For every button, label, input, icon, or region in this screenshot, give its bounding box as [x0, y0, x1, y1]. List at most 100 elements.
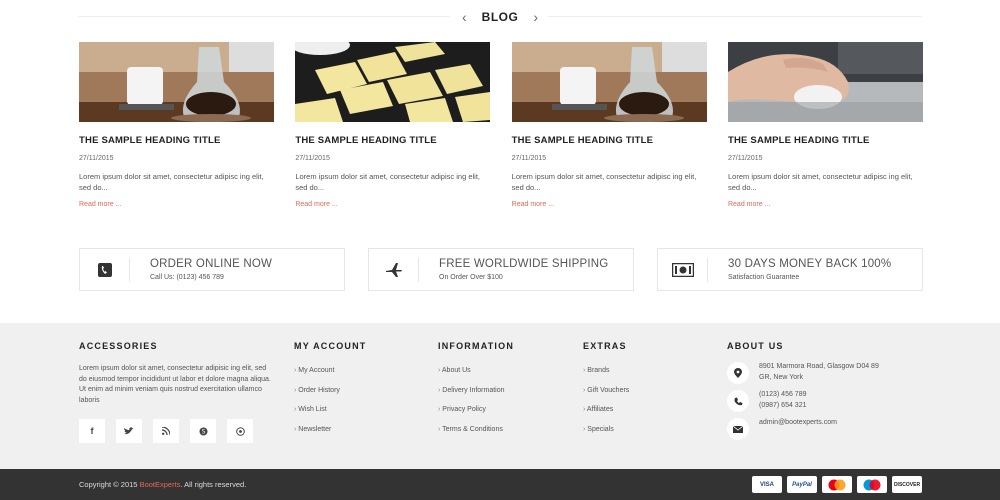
blog-title: BLOG [481, 10, 519, 24]
post-thumbnail[interactable] [727, 42, 923, 122]
divider [78, 16, 450, 17]
maestro-icon [857, 476, 887, 493]
phone-icon [727, 390, 749, 412]
post-heading[interactable]: THE SAMPLE HEADING TITLE [512, 135, 707, 146]
blog-post: THE SAMPLE HEADING TITLE 27/11/2015 Lore… [79, 42, 274, 211]
copyright-prefix: Copyright © 2015 [79, 480, 140, 489]
mouse-hand-image [727, 42, 923, 122]
feature-box: FREE WORLDWIDE SHIPPING On Order Over $1… [368, 248, 634, 291]
feature-title: 30 DAYS MONEY BACK 100% [728, 258, 892, 270]
footer-accessories: ACCESSORIES Lorem ipsum dolor sit amet, … [79, 341, 274, 443]
address-line: 8901 Marmora Road, Glasgow D04 89 [759, 363, 879, 370]
footer-link[interactable]: About Us [438, 367, 514, 387]
blog-title-group: ‹ BLOG › [462, 8, 538, 26]
email-address[interactable]: admin@bootexperts.com [759, 418, 837, 429]
airplane-icon [369, 257, 419, 282]
read-more-link[interactable]: Read more ... [728, 201, 770, 208]
footer-heading: EXTRAS [583, 341, 627, 351]
footer-link[interactable]: Privacy Policy [438, 406, 514, 426]
phone-icon [80, 257, 130, 282]
footer-extras: EXTRAS Brands Gift Vouchers Affiliates S… [583, 341, 629, 445]
feature-box: 30 DAYS MONEY BACK 100% Satisfaction Gua… [657, 248, 923, 291]
post-heading[interactable]: THE SAMPLE HEADING TITLE [79, 135, 274, 146]
footer-heading: MY ACCOUNT [294, 341, 367, 351]
twitter-icon[interactable] [116, 419, 142, 443]
footer-link[interactable]: Terms & Conditions [438, 426, 514, 446]
footer-link[interactable]: Wish List [294, 406, 367, 426]
blog-section-header: ‹ BLOG › [0, 0, 1000, 32]
chevron-left-icon[interactable]: ‹ [462, 9, 467, 25]
post-excerpt: Lorem ipsum dolor sit amet, consectetur … [295, 172, 480, 192]
footer-link[interactable]: Newsletter [294, 426, 367, 446]
post-thumbnail[interactable] [295, 42, 491, 122]
coffee-image [79, 42, 274, 122]
footer-link[interactable]: Delivery Information [438, 387, 514, 407]
phone-row: (0123) 456 789 (0987) 654 321 [727, 390, 927, 412]
phone-number: (0123) 456 789 [759, 391, 807, 398]
dribbble-icon[interactable] [227, 419, 253, 443]
post-heading[interactable]: THE SAMPLE HEADING TITLE [728, 135, 923, 146]
footer-my-account: MY ACCOUNT My Account Order History Wish… [294, 341, 367, 445]
feature-title: FREE WORLDWIDE SHIPPING [439, 258, 609, 270]
footer-link[interactable]: My Account [294, 367, 367, 387]
chevron-right-icon[interactable]: › [533, 9, 538, 25]
feature-subtitle: Satisfaction Guarantee [728, 274, 800, 281]
visa-icon: VISA [752, 476, 782, 493]
post-date: 27/11/2015 [511, 155, 547, 162]
post-date: 27/11/2015 [295, 155, 330, 162]
brand-link[interactable]: BootExperts [140, 480, 181, 489]
footer-link[interactable]: Specials [583, 426, 629, 446]
facebook-icon[interactable]: f [79, 419, 105, 443]
footer-heading: ACCESSORIES [79, 341, 158, 351]
sticky-notes-image [295, 42, 491, 122]
paypal-icon: PayPal [787, 476, 817, 493]
post-excerpt: Lorem ipsum dolor sit amet, consectetur … [79, 172, 264, 192]
divider [548, 16, 922, 17]
feature-box: ORDER ONLINE NOW Call Us: (0123) 456 789 [79, 248, 345, 291]
feature-subtitle: Call Us: (0123) 456 789 [150, 274, 224, 281]
post-thumbnail[interactable] [79, 42, 274, 122]
footer-link[interactable]: Brands [583, 367, 629, 387]
accessories-text: Lorem ipsum dolor sit amet, consectetur … [79, 365, 271, 404]
blog-post-list: THE SAMPLE HEADING TITLE 27/11/2015 Lore… [79, 42, 923, 211]
post-date: 27/11/2015 [79, 155, 114, 162]
post-excerpt: Lorem ipsum dolor sit amet, consectetur … [511, 172, 697, 192]
read-more-link[interactable]: Read more ... [295, 201, 337, 208]
footer-heading: INFORMATION [438, 341, 515, 351]
mastercard-icon [822, 476, 852, 493]
payment-methods: VISA PayPal DISCOVER [752, 476, 922, 493]
post-thumbnail[interactable] [511, 42, 707, 122]
footer-link[interactable]: Gift Vouchers [583, 387, 629, 407]
feature-title: ORDER ONLINE NOW [150, 258, 273, 270]
footer-link[interactable]: Order History [294, 387, 367, 407]
read-more-link[interactable]: Read more ... [512, 201, 554, 208]
map-pin-icon [727, 362, 749, 384]
svg-text:S: S [201, 428, 205, 435]
footer-link[interactable]: Affiliates [583, 406, 629, 426]
rss-icon[interactable] [153, 419, 179, 443]
discover-icon: DISCOVER [892, 476, 922, 493]
post-date: 27/11/2015 [727, 155, 763, 162]
skype-icon[interactable]: S [190, 419, 216, 443]
coffee-image [511, 42, 707, 122]
social-links: f S [79, 419, 274, 443]
copyright: Copyright © 2015 BootExperts. All rights… [79, 480, 246, 489]
feature-subtitle: On Order Over $100 [439, 274, 503, 281]
blog-post: THE SAMPLE HEADING TITLE 27/11/2015 Lore… [295, 42, 491, 211]
envelope-icon [727, 418, 749, 440]
email-row: admin@bootexperts.com [727, 418, 927, 440]
footer-heading: ABOUT US [727, 341, 784, 351]
blog-post: THE SAMPLE HEADING TITLE 27/11/2015 Lore… [511, 42, 707, 211]
copyright-suffix: . All rights reserved. [180, 480, 247, 489]
blog-post: THE SAMPLE HEADING TITLE 27/11/2015 Lore… [727, 42, 923, 211]
facebook-glyph: f [90, 426, 94, 436]
post-excerpt: Lorem ipsum dolor sit amet, consectetur … [727, 172, 913, 192]
money-icon [658, 257, 708, 282]
post-heading[interactable]: THE SAMPLE HEADING TITLE [295, 135, 490, 146]
phone-number: (0987) 654 321 [759, 401, 807, 409]
footer: ACCESSORIES Lorem ipsum dolor sit amet, … [0, 323, 1000, 469]
read-more-link[interactable]: Read more ... [79, 201, 121, 208]
service-features: ORDER ONLINE NOW Call Us: (0123) 456 789… [79, 248, 923, 291]
footer-about-us: ABOUT US 8901 Marmora Road, Glasgow D04 … [727, 341, 927, 446]
address-line: GR, New York [759, 373, 803, 381]
